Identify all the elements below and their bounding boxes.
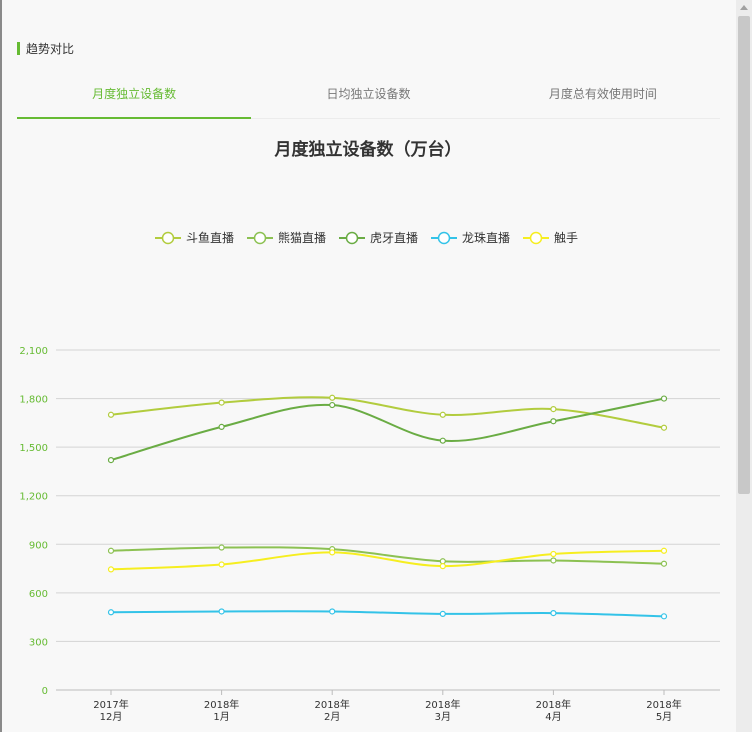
line-chart: 月度独立设备数（万台） 0 300 600 900 1,200 1,500 1,800 2,1… bbox=[19, 139, 720, 723]
y-tick-label: 900 bbox=[29, 540, 48, 551]
legend-label: 触手 bbox=[554, 231, 578, 245]
x-tick-label-month: 5月 bbox=[656, 711, 672, 723]
x-axis: 2017年12月2018年1月2018年2月2018年3月2018年4月2018… bbox=[93, 690, 682, 723]
data-point[interactable] bbox=[218, 608, 225, 615]
legend-item[interactable]: 龙珠直播 bbox=[431, 231, 510, 245]
x-tick-label-month: 1月 bbox=[213, 711, 229, 723]
data-point[interactable] bbox=[550, 418, 557, 425]
data-point[interactable] bbox=[439, 563, 446, 570]
legend-label: 斗鱼直播 bbox=[186, 231, 234, 245]
legend-marker-icon bbox=[161, 231, 175, 245]
legend-marker-icon bbox=[253, 231, 267, 245]
legend-label: 龙珠直播 bbox=[462, 231, 510, 245]
y-axis: 0 300 600 900 1,200 1,500 1,800 2,100 bbox=[19, 346, 48, 697]
legend-item[interactable]: 触手 bbox=[523, 231, 578, 245]
x-tick-label-year: 2018年 bbox=[646, 698, 681, 711]
y-tick-label: 1,500 bbox=[19, 443, 48, 454]
legend-marker-icon bbox=[345, 231, 359, 245]
data-point[interactable] bbox=[660, 395, 668, 402]
data-point[interactable] bbox=[660, 560, 668, 567]
legend-label: 虎牙直播 bbox=[370, 231, 418, 245]
legend-item[interactable]: 斗鱼直播 bbox=[155, 231, 234, 245]
data-point[interactable] bbox=[107, 566, 115, 573]
x-tick-label-year: 2018年 bbox=[536, 698, 571, 711]
data-point[interactable] bbox=[329, 549, 336, 556]
legend-marker-icon bbox=[529, 231, 543, 245]
data-point[interactable] bbox=[550, 550, 557, 558]
x-tick-label-month: 2月 bbox=[324, 711, 340, 723]
data-point[interactable] bbox=[107, 411, 115, 418]
legend-item[interactable]: 虎牙直播 bbox=[339, 231, 418, 245]
data-point[interactable] bbox=[218, 544, 225, 551]
y-tick-label: 1,800 bbox=[19, 395, 48, 406]
series-3 bbox=[107, 608, 668, 620]
x-tick-label-month: 3月 bbox=[435, 711, 451, 723]
x-tick-label-year: 2018年 bbox=[204, 698, 239, 711]
vertical-scrollbar[interactable] bbox=[736, 0, 752, 732]
legend-label: 熊猫直播 bbox=[278, 230, 326, 245]
data-point[interactable] bbox=[439, 411, 446, 418]
chart-legend: 斗鱼直播 熊猫直播 虎牙直播 龙珠直播 触手 bbox=[155, 230, 578, 245]
x-tick-label-month: 4月 bbox=[545, 711, 561, 723]
data-point[interactable] bbox=[660, 424, 668, 431]
series-lines bbox=[107, 394, 668, 620]
data-point[interactable] bbox=[329, 608, 336, 615]
series-line bbox=[110, 546, 665, 565]
data-point[interactable] bbox=[107, 547, 115, 554]
series-0 bbox=[107, 394, 668, 431]
scroll-up-arrow-icon[interactable] bbox=[740, 5, 748, 10]
series-4 bbox=[107, 547, 668, 573]
data-point[interactable] bbox=[660, 613, 668, 620]
data-point[interactable] bbox=[218, 399, 225, 406]
y-tick-label: 2,100 bbox=[19, 346, 48, 357]
y-tick-label: 300 bbox=[29, 637, 48, 648]
data-point[interactable] bbox=[660, 547, 668, 554]
x-tick-label-year: 2018年 bbox=[425, 698, 460, 711]
data-point[interactable] bbox=[329, 394, 336, 401]
data-point[interactable] bbox=[329, 401, 336, 409]
data-point[interactable] bbox=[439, 610, 446, 618]
scrollbar-thumb[interactable] bbox=[738, 16, 750, 494]
data-point[interactable] bbox=[218, 423, 225, 431]
data-point[interactable] bbox=[550, 609, 557, 617]
y-tick-label: 1,200 bbox=[19, 492, 48, 503]
data-point[interactable] bbox=[439, 437, 446, 444]
y-tick-label: 600 bbox=[29, 589, 48, 600]
x-tick-label-month: 12月 bbox=[100, 711, 123, 723]
data-point[interactable] bbox=[550, 557, 557, 564]
series-line bbox=[110, 397, 665, 462]
chart-grid bbox=[56, 349, 720, 691]
x-tick-label-year: 2017年 bbox=[93, 698, 128, 711]
data-point[interactable] bbox=[107, 609, 115, 616]
series-1 bbox=[107, 544, 668, 567]
data-point[interactable] bbox=[218, 561, 225, 568]
y-tick-label: 0 bbox=[42, 686, 48, 697]
data-point[interactable] bbox=[439, 558, 446, 565]
data-point[interactable] bbox=[107, 456, 115, 464]
legend-marker-icon bbox=[437, 231, 451, 245]
series-line bbox=[110, 610, 665, 618]
x-tick-label-year: 2018年 bbox=[314, 698, 349, 711]
chart-title: 月度独立设备数（万台） bbox=[274, 139, 462, 160]
data-point[interactable] bbox=[550, 405, 557, 413]
legend-item[interactable]: 熊猫直播 bbox=[247, 230, 326, 245]
